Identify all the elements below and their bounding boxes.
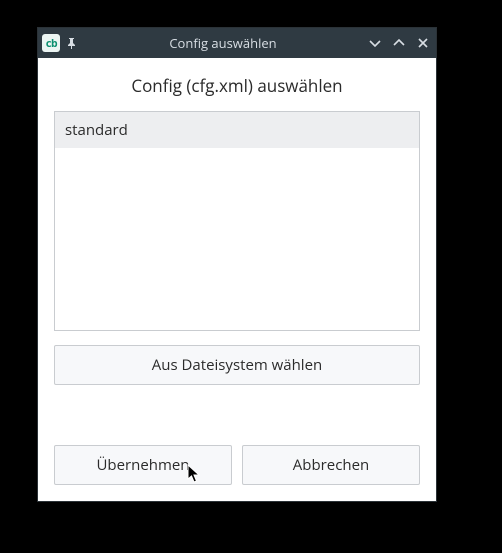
- close-button[interactable]: [416, 36, 430, 50]
- dialog-body: Config (cfg.xml) auswählen standard Aus …: [38, 58, 436, 501]
- choose-from-filesystem-button[interactable]: Aus Dateisystem wählen: [54, 345, 420, 385]
- config-list[interactable]: standard: [54, 111, 420, 331]
- pin-icon[interactable]: [64, 36, 78, 50]
- list-item[interactable]: standard: [55, 112, 419, 148]
- dialog-window: cb Config auswählen Config (cfg.xml) aus: [38, 28, 436, 501]
- minimize-button[interactable]: [368, 36, 382, 50]
- dialog-heading: Config (cfg.xml) auswählen: [54, 74, 420, 97]
- apply-button[interactable]: Übernehmen: [54, 445, 232, 485]
- app-icon: cb: [42, 34, 60, 52]
- titlebar: cb Config auswählen: [38, 28, 436, 58]
- maximize-button[interactable]: [392, 36, 406, 50]
- dialog-actions: Übernehmen Abbrechen: [54, 445, 420, 485]
- cancel-button[interactable]: Abbrechen: [242, 445, 420, 485]
- window-title: Config auswählen: [78, 34, 368, 52]
